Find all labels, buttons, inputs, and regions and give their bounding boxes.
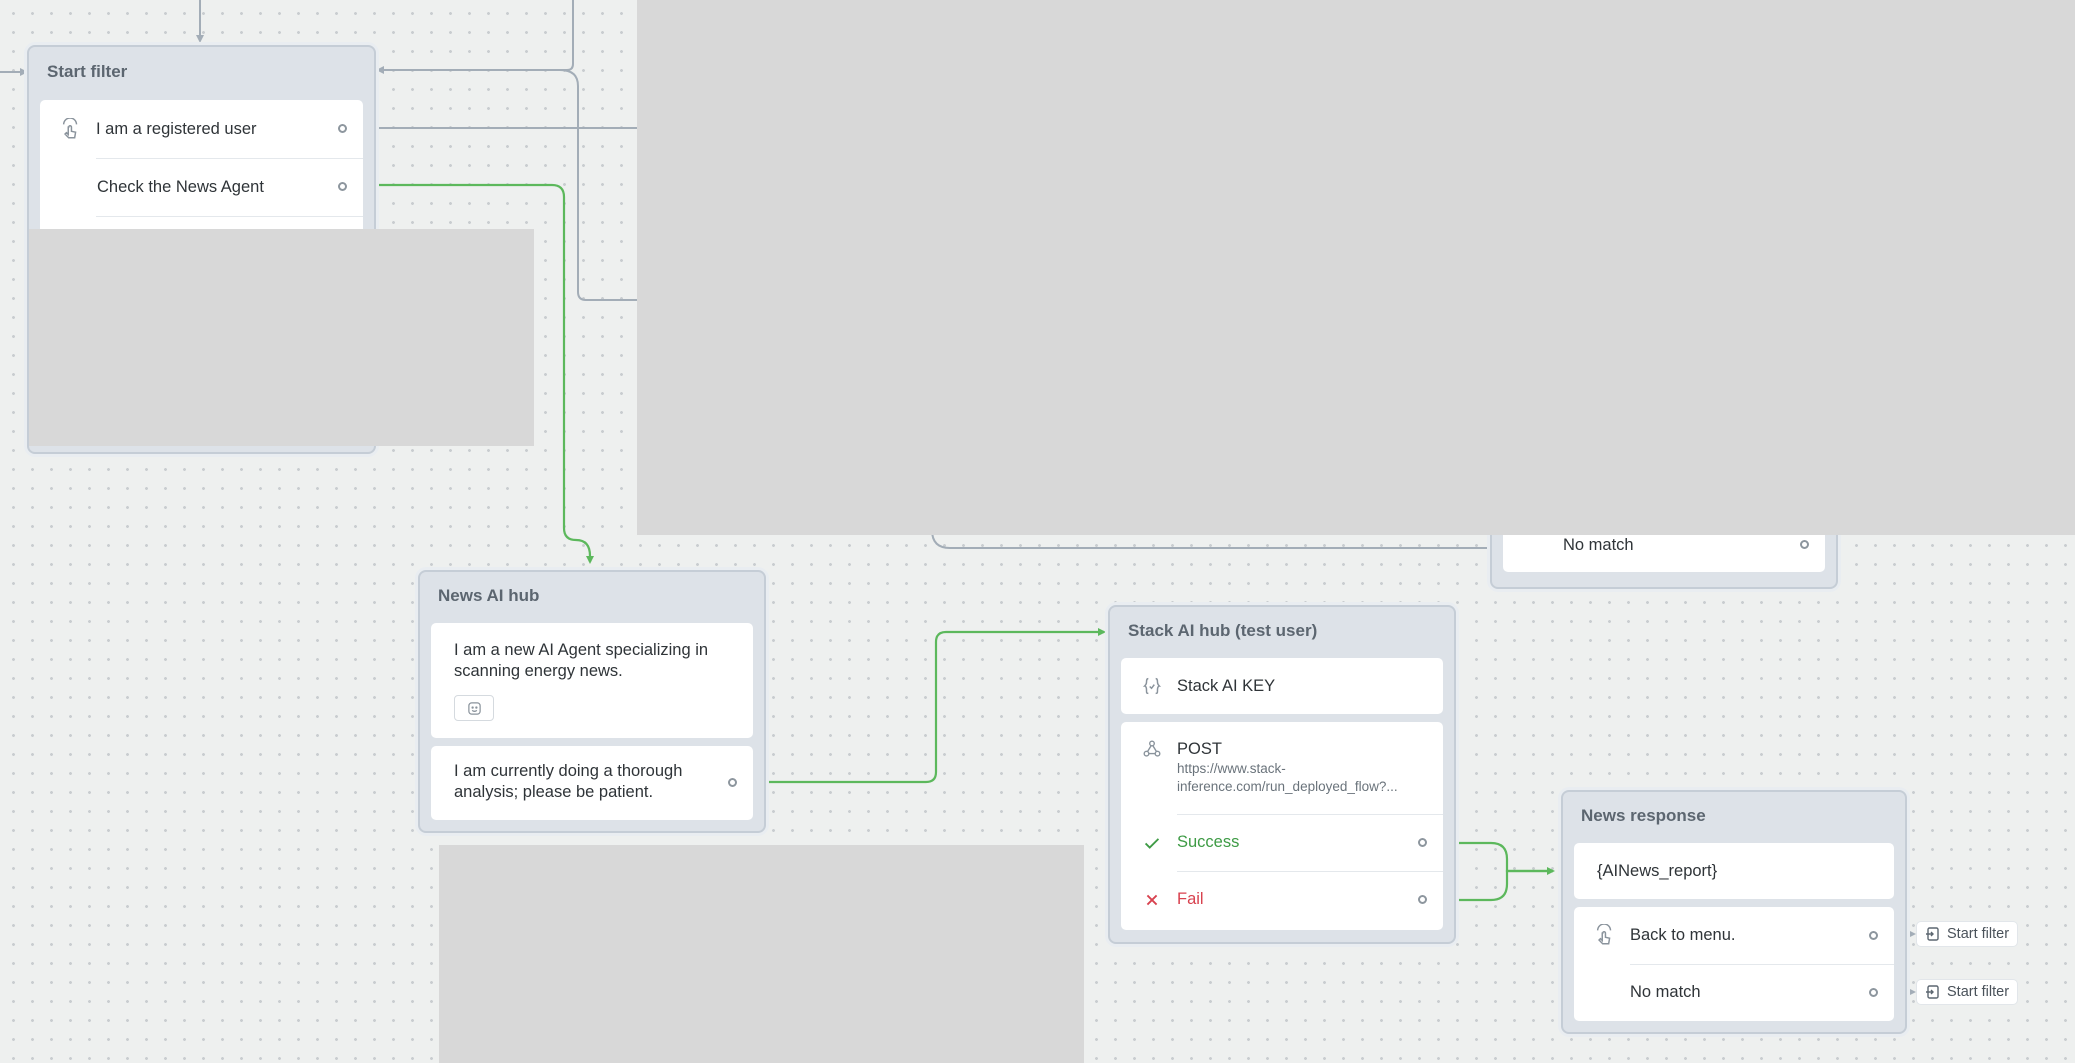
divider (96, 216, 363, 217)
jump-icon (1926, 985, 1939, 999)
stack-ai-hub-node[interactable]: Stack AI hub (test user) Stack AI KEY PO… (1108, 605, 1456, 944)
news-response-node[interactable]: News response {AINews_report} Back to me… (1561, 790, 1907, 1034)
options-card: Back to menu. No match (1574, 907, 1894, 1021)
flow-canvas[interactable]: Start filter I am a registered user Chec… (0, 0, 2075, 1063)
api-key-card[interactable]: Stack AI KEY (1121, 658, 1443, 714)
close-icon (1141, 889, 1163, 911)
option-label: I am a registered user (96, 119, 257, 138)
node-title: News AI hub (438, 586, 540, 605)
option-check-news-agent[interactable]: Check the News Agent (40, 158, 363, 216)
output-port[interactable] (1869, 931, 1878, 940)
redacted-area (637, 0, 2075, 535)
redacted-area (439, 845, 1084, 1063)
news-ai-hub-node[interactable]: News AI hub I am a new AI Agent speciali… (418, 570, 766, 833)
check-icon (1141, 832, 1163, 854)
webhook-icon (1141, 738, 1163, 760)
success-branch[interactable]: Success (1121, 814, 1443, 871)
redacted-area (29, 229, 534, 446)
variable-icon (1141, 675, 1163, 697)
jump-tag-start-filter[interactable]: Start filter (1916, 921, 2019, 947)
option-label: Check the News Agent (97, 177, 264, 196)
api-key-row: Stack AI KEY (1121, 658, 1443, 714)
node-title: Start filter (47, 62, 128, 81)
http-method: POST (1177, 740, 1222, 758)
variable-text: {AINews_report} (1597, 862, 1718, 880)
message-card-1[interactable]: I am a new AI Agent specializing in scan… (431, 623, 753, 738)
hand-pointer-icon (60, 118, 82, 140)
message-text: I am a new AI Agent specializing in scan… (454, 641, 709, 680)
output-port[interactable] (1869, 988, 1878, 997)
option-registered-user[interactable]: I am a registered user (40, 100, 363, 158)
jump-icon (1926, 927, 1939, 941)
output-port[interactable] (1418, 895, 1427, 904)
jump-target-label: Start filter (1947, 926, 2010, 942)
api-key-label: Stack AI KEY (1177, 676, 1276, 695)
request-card[interactable]: POST https://www.stack-inference.com/run… (1121, 722, 1443, 930)
output-port[interactable] (338, 182, 347, 191)
variable-card[interactable]: {AINews_report} (1574, 843, 1894, 899)
output-port[interactable] (728, 778, 737, 787)
node-title: News response (1581, 806, 1706, 825)
option-label: No match (1630, 983, 1701, 1001)
option-label: No match (1563, 535, 1634, 554)
output-port[interactable] (1800, 540, 1809, 549)
emoji-icon[interactable] (454, 695, 494, 721)
message-card-2[interactable]: I am currently doing a thorough analysis… (431, 746, 753, 820)
success-label: Success (1177, 833, 1240, 851)
hand-pointer-icon (1594, 924, 1616, 946)
option-label: Back to menu. (1630, 926, 1736, 944)
output-port[interactable] (1418, 838, 1427, 847)
fail-label: Fail (1177, 890, 1204, 908)
fail-branch[interactable]: Fail (1121, 871, 1443, 928)
output-port[interactable] (338, 124, 347, 133)
jump-target-label: Start filter (1947, 984, 2010, 1000)
option-no-match[interactable]: No match (1574, 964, 1894, 1021)
jump-tag-start-filter[interactable]: Start filter (1916, 979, 2019, 1005)
request-url: https://www.stack-inference.com/run_depl… (1177, 761, 1398, 794)
message-text: I am currently doing a thorough analysis… (454, 762, 683, 801)
node-title: Stack AI hub (test user) (1128, 621, 1318, 640)
option-back-to-menu[interactable]: Back to menu. (1574, 907, 1894, 964)
